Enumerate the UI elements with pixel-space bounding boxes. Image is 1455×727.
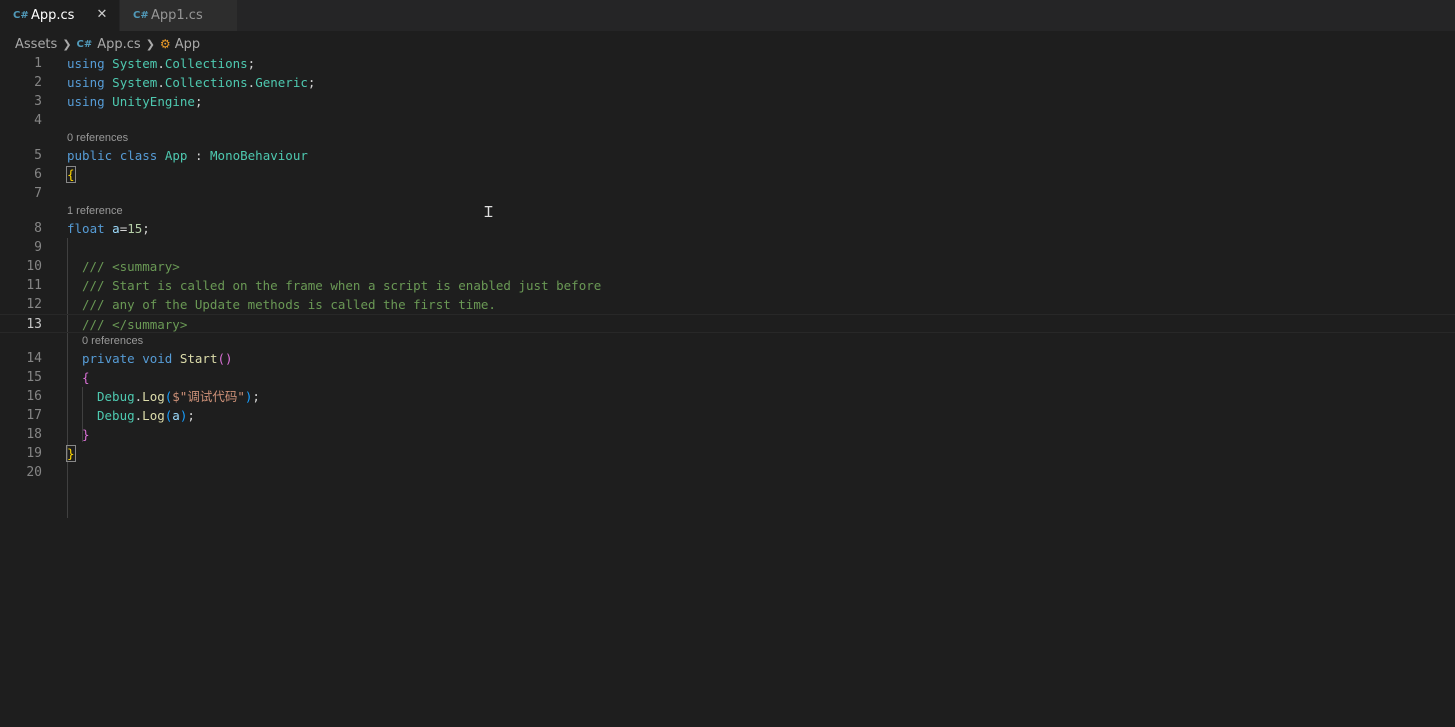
csharp-icon: C# <box>133 9 149 21</box>
codelens-references[interactable]: 0 references <box>67 131 1455 146</box>
tab-label: App1.cs <box>151 8 203 23</box>
code-line: 16 Debug.Log($"调试代码"); <box>0 387 1455 406</box>
code-line: 10 /// <summary> <box>0 257 1455 276</box>
code-line: 9 <box>0 238 1455 257</box>
current-line: 13 /// </summary> <box>0 314 1455 333</box>
codelens-references[interactable]: 0 references <box>82 334 1455 349</box>
line-number: 2 <box>34 75 42 90</box>
line-number: 20 <box>26 465 42 480</box>
text-cursor-icon: Ｉ <box>481 203 497 221</box>
code-line: 19 } <box>0 444 1455 463</box>
tab-label: App.cs <box>31 8 75 23</box>
code-line: 6 { <box>0 165 1455 184</box>
line-number: 16 <box>26 389 42 404</box>
line-number: 14 <box>26 351 42 366</box>
csharp-icon: C# <box>76 38 93 50</box>
code-line: 18 } <box>0 425 1455 444</box>
breadcrumb-item-file[interactable]: App.cs <box>97 37 140 52</box>
line-number: 12 <box>26 297 42 312</box>
line-number: 6 <box>34 167 42 182</box>
close-icon[interactable]: ✕ <box>94 7 110 23</box>
line-number: 17 <box>26 408 42 423</box>
code-line: 1 using System.Collections; <box>0 54 1455 73</box>
line-number: 15 <box>26 370 42 385</box>
breadcrumb-item-assets[interactable]: Assets <box>15 37 57 52</box>
codelens-references[interactable]: 1 reference <box>67 204 1455 219</box>
line-number: 1 <box>34 56 42 71</box>
code-line: 5 public class App : MonoBehaviour <box>0 146 1455 165</box>
line-number: 4 <box>34 113 42 128</box>
chevron-right-icon: ❯ <box>145 37 155 51</box>
code-line: 8 float a=15; <box>0 219 1455 238</box>
code-line: 14 private void Start() <box>0 349 1455 368</box>
line-number: 18 <box>26 427 42 442</box>
class-icon: ⚙ <box>159 37 171 51</box>
code-line: 3 using UnityEngine; <box>0 92 1455 111</box>
code-line: 15 { <box>0 368 1455 387</box>
tab-bar: C# App.cs ✕ C# App1.cs <box>0 0 1455 31</box>
tab-app-cs[interactable]: C# App.cs ✕ <box>0 0 119 31</box>
line-number: 9 <box>34 240 42 255</box>
code-line: 7 <box>0 184 1455 203</box>
line-number: 3 <box>34 94 42 109</box>
line-number: 11 <box>26 278 42 293</box>
line-number: 5 <box>34 148 42 163</box>
code-line: 12 /// any of the Update methods is call… <box>0 295 1455 314</box>
code-line: 2 using System.Collections.Generic; <box>0 73 1455 92</box>
code-line: 17 Debug.Log(a); <box>0 406 1455 425</box>
line-number: 8 <box>34 221 42 236</box>
tab-app1-cs[interactable]: C# App1.cs <box>120 0 237 31</box>
line-number: 19 <box>26 446 42 461</box>
code-editor[interactable]: 1 using System.Collections; 2 using Syst… <box>0 54 1455 727</box>
code-line: 11 /// Start is called on the frame when… <box>0 276 1455 295</box>
csharp-icon: C# <box>13 9 29 21</box>
line-number: 13 <box>26 317 42 332</box>
line-number: 10 <box>26 259 42 274</box>
code-line: 20 <box>0 463 1455 482</box>
breadcrumb-item-class[interactable]: App <box>175 37 200 52</box>
code-line: 4 <box>0 111 1455 130</box>
breadcrumb: Assets ❯ C# App.cs ❯ ⚙ App <box>15 33 200 55</box>
line-number: 7 <box>34 186 42 201</box>
chevron-right-icon: ❯ <box>62 37 72 51</box>
